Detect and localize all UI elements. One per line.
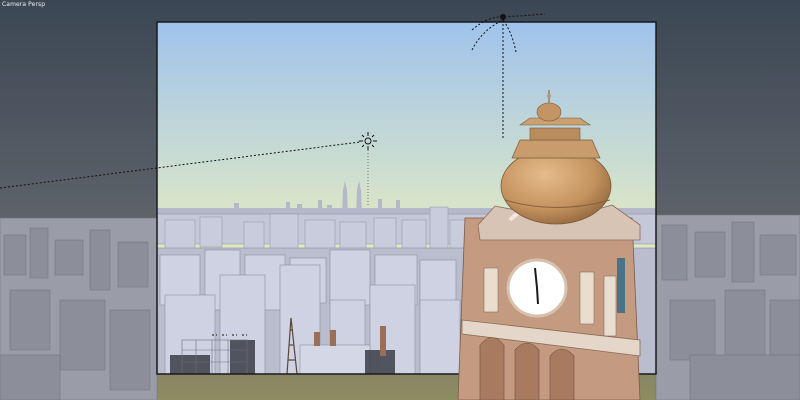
3d-viewport[interactable]: Camera Persp bbox=[0, 0, 800, 400]
scene-canvas[interactable] bbox=[0, 0, 800, 400]
clock-dome bbox=[500, 147, 612, 225]
viewport-label: Camera Persp bbox=[2, 1, 46, 8]
camera-target-icon[interactable] bbox=[500, 14, 506, 20]
